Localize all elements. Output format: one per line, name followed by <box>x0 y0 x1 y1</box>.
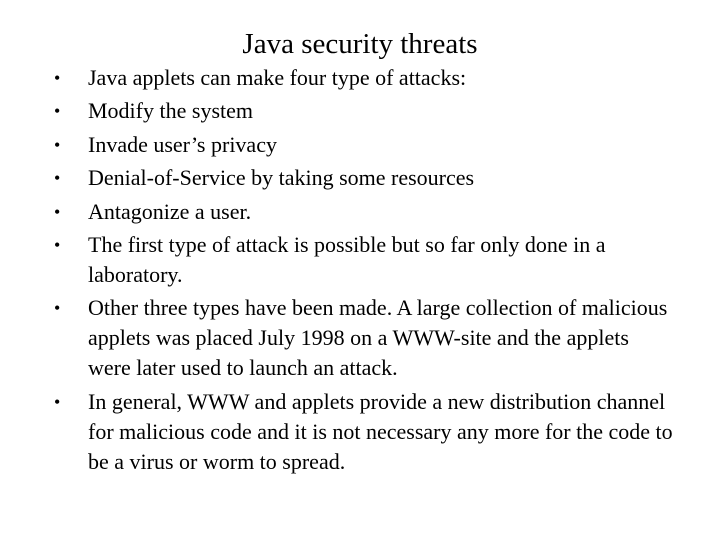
bullet-icon: • <box>54 68 61 88</box>
bullet-item: • Invade user’s privacy <box>54 130 674 160</box>
bullet-item: • Java applets can make four type of att… <box>54 63 674 93</box>
bullet-text: Other three types have been made. A larg… <box>88 295 668 381</box>
bullet-icon: • <box>54 201 61 222</box>
bullet-item: • Antagonize a user. <box>54 197 674 227</box>
bullet-list: • Java applets can make four type of att… <box>54 63 674 480</box>
bullet-icon: • <box>54 391 61 412</box>
bullet-item: • Other three types have been made. A la… <box>54 293 674 383</box>
slide-title: Java security threats <box>242 28 478 60</box>
bullet-text: The first type of attack is possible but… <box>88 231 606 287</box>
bullet-icon: • <box>54 298 61 319</box>
bullet-text: Denial-of-Service by taking some resourc… <box>88 165 475 191</box>
bullet-text: Modify the system <box>88 98 253 124</box>
bullet-icon: • <box>54 168 61 189</box>
bullet-icon: • <box>54 134 61 155</box>
bullet-item: • Denial-of-Service by taking some resou… <box>54 163 674 193</box>
bullet-item: • In general, WWW and applets provide a … <box>54 387 674 477</box>
bullet-text: Antagonize a user. <box>88 198 252 224</box>
bullet-item: • Modify the system <box>54 96 674 126</box>
bullet-icon: • <box>54 101 61 122</box>
bullet-text: Java applets can make four type of attac… <box>88 65 467 90</box>
bullet-text: In general, WWW and applets provide a ne… <box>88 388 673 474</box>
bullet-text: Invade user’s privacy <box>88 131 277 157</box>
bullet-icon: • <box>54 234 61 255</box>
bullet-item: • The first type of attack is possible b… <box>54 230 674 290</box>
